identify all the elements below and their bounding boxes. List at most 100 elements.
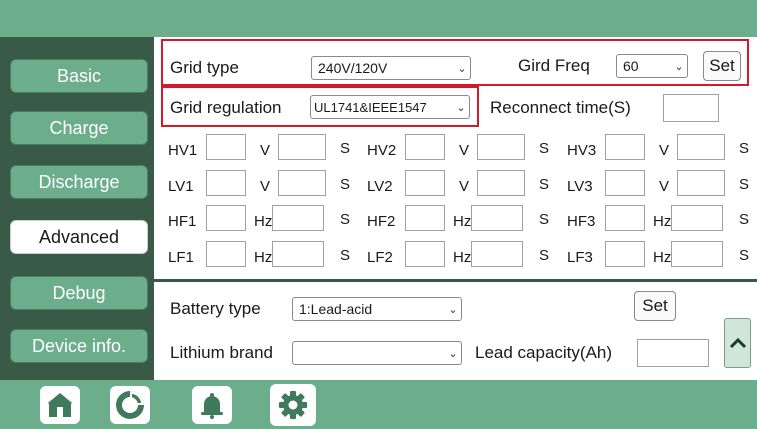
protection-unit-label: V: [260, 178, 271, 195]
home-icon: [48, 393, 72, 417]
grid-regulation-value: UL1741&IEEE1547: [314, 99, 427, 115]
grid-set-button[interactable]: Set: [703, 51, 741, 81]
nav-alerts[interactable]: [192, 386, 232, 424]
chart-icon: [116, 391, 144, 419]
nav-settings[interactable]: [270, 384, 316, 426]
battery-type-value: 1:Lead-acid: [299, 301, 373, 317]
chevron-down-icon: ⌄: [674, 60, 684, 73]
sidebar: Basic Charge Discharge Advanced Debug De…: [0, 37, 154, 380]
chevron-down-icon: ⌄: [456, 101, 466, 114]
battery-set-button[interactable]: Set: [634, 291, 676, 321]
chevron-up-icon: [729, 337, 746, 349]
protection-time-input[interactable]: [671, 241, 723, 267]
protection-time-input[interactable]: [272, 241, 324, 267]
protection-value-input[interactable]: [405, 205, 445, 231]
chevron-down-icon: ⌄: [448, 303, 458, 316]
lead-capacity-input[interactable]: [637, 339, 709, 367]
grid-freq-label: Gird Freq: [518, 56, 590, 75]
sidebar-item-advanced[interactable]: Advanced: [10, 220, 148, 254]
sidebar-item-charge[interactable]: Charge: [10, 111, 148, 145]
protection-name-label: HV1: [168, 142, 198, 159]
bell-icon: [201, 393, 223, 419]
protection-time-input[interactable]: [477, 170, 525, 196]
protection-time-input[interactable]: [278, 134, 326, 160]
protection-sec-label: S: [340, 211, 351, 228]
protection-name-label: LV2: [367, 178, 393, 195]
protection-sec-label: S: [739, 211, 750, 228]
protection-name-label: LF3: [567, 249, 593, 266]
grid-regulation-label: Grid regulation: [170, 98, 282, 117]
protection-value-input[interactable]: [405, 170, 445, 196]
battery-type-label: Battery type: [170, 299, 261, 318]
protection-name-label: HV3: [567, 142, 597, 159]
sidebar-item-discharge[interactable]: Discharge: [10, 165, 148, 199]
protection-time-input[interactable]: [477, 134, 525, 160]
sidebar-item-device-info[interactable]: Device info.: [10, 329, 148, 363]
scroll-up-button[interactable]: [724, 318, 751, 368]
protection-sec-label: S: [739, 176, 750, 193]
protection-unit-label: Hz: [254, 249, 273, 266]
grid-type-select[interactable]: 240V/120V ⌄: [311, 56, 471, 80]
sidebar-item-debug[interactable]: Debug: [10, 276, 148, 310]
protection-unit-label: V: [459, 178, 470, 195]
chevron-down-icon: ⌄: [457, 62, 467, 75]
grid-type-label: Grid type: [170, 58, 239, 77]
protection-name-label: HF2: [367, 213, 396, 230]
protection-unit-label: V: [659, 178, 670, 195]
protection-time-input[interactable]: [471, 205, 523, 231]
protection-value-input[interactable]: [605, 134, 645, 160]
sidebar-item-basic[interactable]: Basic: [10, 59, 148, 93]
protection-time-input[interactable]: [671, 205, 723, 231]
protection-sec-label: S: [539, 211, 550, 228]
protection-unit-label: Hz: [254, 213, 273, 230]
nav-chart[interactable]: [110, 386, 150, 424]
protection-time-input[interactable]: [471, 241, 523, 267]
protection-name-label: HF1: [168, 213, 197, 230]
protection-sec-label: S: [739, 140, 750, 157]
protection-unit-label: Hz: [453, 213, 472, 230]
protection-time-input[interactable]: [272, 205, 324, 231]
protection-value-input[interactable]: [206, 205, 246, 231]
protection-sec-label: S: [539, 247, 550, 264]
grid-regulation-select[interactable]: UL1741&IEEE1547 ⌄: [310, 95, 470, 119]
top-bar: [0, 0, 757, 37]
protection-sec-label: S: [340, 176, 351, 193]
protection-sec-label: S: [340, 247, 351, 264]
lithium-brand-select[interactable]: ⌄: [292, 341, 462, 365]
protection-name-label: HV2: [367, 142, 397, 159]
protection-unit-label: V: [260, 142, 271, 159]
grid-freq-value: 60: [623, 58, 639, 74]
chevron-down-icon: ⌄: [448, 347, 458, 360]
protection-time-input[interactable]: [677, 170, 725, 196]
nav-home[interactable]: [40, 386, 80, 424]
protection-time-input[interactable]: [677, 134, 725, 160]
protection-unit-label: Hz: [653, 213, 672, 230]
grid-freq-select[interactable]: 60 ⌄: [616, 54, 688, 78]
protection-sec-label: S: [739, 247, 750, 264]
protection-value-input[interactable]: [605, 205, 645, 231]
battery-type-select[interactable]: 1:Lead-acid ⌄: [292, 297, 462, 321]
protection-name-label: LF1: [168, 249, 194, 266]
reconnect-time-input[interactable]: [663, 94, 719, 122]
protection-value-input[interactable]: [605, 241, 645, 267]
protection-unit-label: Hz: [453, 249, 472, 266]
settings-icon: [279, 391, 307, 419]
lithium-brand-label: Lithium brand: [170, 343, 274, 362]
protection-name-label: LF2: [367, 249, 393, 266]
protection-value-input[interactable]: [206, 170, 246, 196]
protection-unit-label: V: [459, 142, 470, 159]
protection-unit-label: V: [659, 142, 670, 159]
protection-value-input[interactable]: [206, 241, 246, 267]
protection-unit-label: Hz: [653, 249, 672, 266]
grid-type-value: 240V/120V: [318, 60, 388, 76]
lead-capacity-label: Lead capacity(Ah): [475, 343, 613, 362]
protection-sec-label: S: [340, 140, 351, 157]
protection-sec-label: S: [539, 140, 550, 157]
protection-value-input[interactable]: [405, 241, 445, 267]
protection-time-input[interactable]: [278, 170, 326, 196]
protection-sec-label: S: [539, 176, 550, 193]
protection-value-input[interactable]: [206, 134, 246, 160]
protection-value-input[interactable]: [605, 170, 645, 196]
protection-value-input[interactable]: [405, 134, 445, 160]
protection-name-label: LV3: [567, 178, 593, 195]
